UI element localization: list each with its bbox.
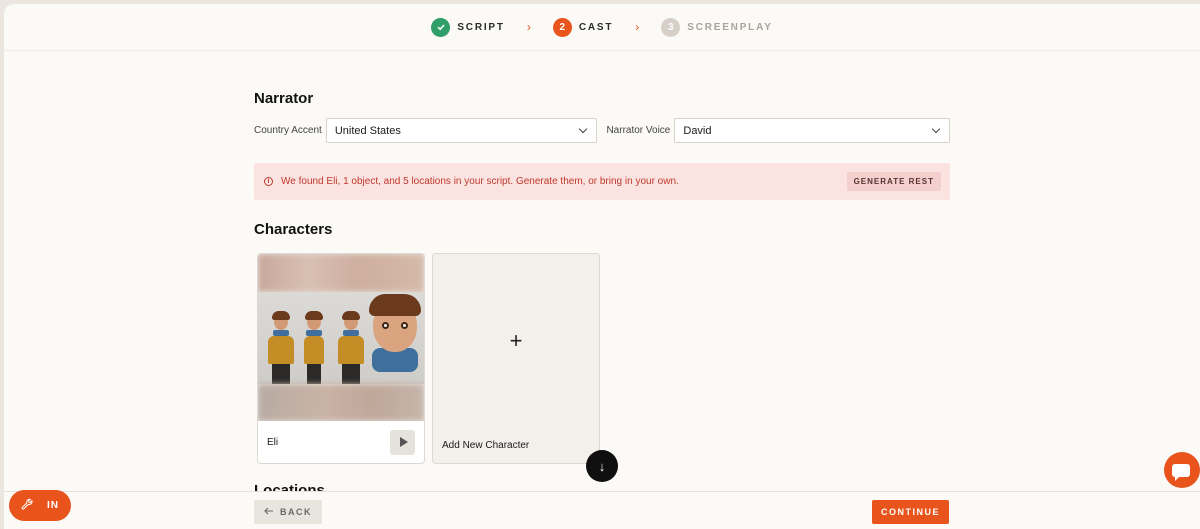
continue-button[interactable]: CONTINUE xyxy=(872,500,949,524)
progress-stepper: SCRIPT › 2 CAST › 3 SCREENPLAY xyxy=(4,4,1200,51)
country-accent-label: Country Accent xyxy=(254,125,322,136)
arrow-left-icon xyxy=(264,507,274,517)
character-turnaround-side xyxy=(304,311,324,384)
step-script[interactable]: SCRIPT xyxy=(431,17,505,37)
chat-icon xyxy=(1172,463,1190,481)
tools-in-button[interactable]: IN xyxy=(9,490,71,521)
narrator-heading: Narrator xyxy=(254,90,314,107)
chevron-right-icon: › xyxy=(635,20,640,34)
back-label: BACK xyxy=(280,507,312,517)
step-label-screenplay: SCREENPLAY xyxy=(687,21,773,33)
app-window: SCRIPT › 2 CAST › 3 SCREENPLAY Narrator … xyxy=(4,4,1200,529)
country-accent-value: United States xyxy=(334,124,401,137)
character-turnaround-back xyxy=(338,311,364,384)
arrow-down-icon: ↓ xyxy=(598,458,606,474)
alert-message: We found Eli, 1 object, and 5 locations … xyxy=(281,176,679,187)
add-character-card[interactable]: + Add New Character xyxy=(432,253,600,464)
info-icon: i xyxy=(264,177,273,186)
chevron-right-icon: › xyxy=(526,20,531,34)
chevron-down-icon xyxy=(931,124,941,134)
script-analysis-alert: i We found Eli, 1 object, and 5 location… xyxy=(254,163,950,200)
step-number-cast: 2 xyxy=(552,17,572,37)
check-icon xyxy=(431,17,451,37)
character-image xyxy=(258,254,424,421)
narrator-voice-value: David xyxy=(683,124,712,137)
add-character-label: Add New Character xyxy=(442,440,530,451)
back-button[interactable]: BACK xyxy=(254,500,322,524)
step-label-script: SCRIPT xyxy=(457,21,505,33)
in-label: IN xyxy=(47,500,59,511)
plus-icon: + xyxy=(509,328,523,353)
step-number-screenplay: 3 xyxy=(661,17,681,37)
character-card-eli[interactable]: Eli xyxy=(257,253,425,464)
footer-bar: BACK CONTINUE xyxy=(4,491,1200,529)
chat-support-button[interactable] xyxy=(1164,452,1200,488)
play-icon xyxy=(399,437,408,447)
step-label-cast: CAST xyxy=(578,21,614,33)
play-voice-button[interactable] xyxy=(390,429,415,455)
scroll-down-button[interactable]: ↓ xyxy=(586,450,618,482)
narrator-voice-select[interactable]: David xyxy=(674,118,950,143)
character-turnaround-front xyxy=(268,311,294,384)
narrator-voice-label: Narrator Voice xyxy=(606,125,671,136)
country-accent-select[interactable]: United States xyxy=(325,118,598,143)
character-closeup xyxy=(369,294,421,384)
characters-heading: Characters xyxy=(254,221,333,238)
step-screenplay[interactable]: 3 SCREENPLAY xyxy=(661,17,773,37)
wrench-icon xyxy=(21,498,33,513)
narrator-settings: Country Accent United States Narrator Vo… xyxy=(254,118,950,143)
chevron-down-icon xyxy=(579,124,588,134)
character-cards: Eli + Add New Character xyxy=(257,253,600,464)
generate-rest-button[interactable]: GENERATE REST xyxy=(846,172,941,191)
character-name: Eli xyxy=(267,436,279,448)
step-cast[interactable]: 2 CAST xyxy=(552,17,614,37)
